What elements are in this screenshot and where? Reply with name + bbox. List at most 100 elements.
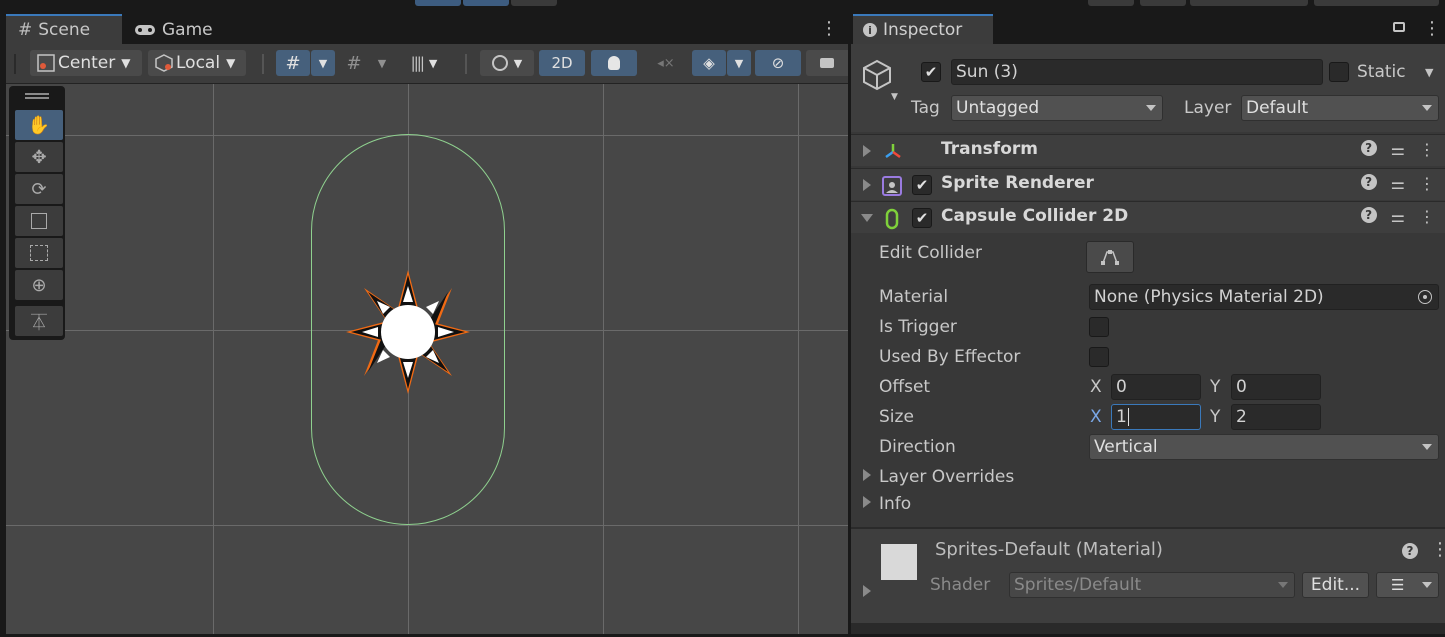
tab-game[interactable]: Game bbox=[134, 16, 234, 44]
static-checkbox[interactable] bbox=[1329, 62, 1349, 82]
grid-snap-dropdown[interactable]: ▼ bbox=[311, 50, 335, 76]
scene-visibility-toggle[interactable]: ⊘ bbox=[755, 50, 801, 76]
chevron-down-icon bbox=[1278, 582, 1288, 588]
edit-collider-tool-button[interactable]: ⏄ bbox=[15, 306, 63, 336]
presets-sliders-icon[interactable]: ⚌ bbox=[1391, 174, 1405, 193]
foldout-arrow-icon[interactable] bbox=[863, 179, 871, 191]
layer-dropdown[interactable]: Default bbox=[1241, 95, 1439, 121]
component-kebab-icon[interactable]: ⋮ bbox=[1419, 174, 1435, 193]
offset-x-field[interactable]: 0 bbox=[1111, 374, 1201, 400]
capsule-collider-enabled-checkbox[interactable]: ✔ bbox=[912, 208, 932, 228]
layer-value: Default bbox=[1246, 98, 1309, 118]
offset-x-value: 0 bbox=[1116, 377, 1127, 397]
palette-drag-handle[interactable] bbox=[25, 93, 49, 95]
pivot-mode-dropdown[interactable]: Center ▼ bbox=[30, 50, 142, 76]
layer-overrides-label[interactable]: Layer Overrides bbox=[879, 467, 1014, 487]
account-button[interactable] bbox=[1088, 0, 1134, 6]
rotate-tool-button[interactable]: ⟳ bbox=[15, 174, 63, 204]
offset-label: Offset bbox=[879, 377, 931, 397]
info-icon: i bbox=[863, 23, 877, 37]
help-icon[interactable]: ? bbox=[1402, 543, 1418, 559]
edit-collider-button[interactable] bbox=[1086, 241, 1134, 273]
list-icon: ☰ bbox=[1391, 576, 1405, 594]
help-icon[interactable]: ? bbox=[1360, 174, 1377, 190]
move-tool-button[interactable]: ✥ bbox=[15, 142, 63, 172]
draw-mode-dropdown[interactable]: ▼ bbox=[480, 50, 534, 76]
tab-scene-label: Scene bbox=[38, 20, 91, 40]
edit-collider-label: Edit Collider bbox=[879, 243, 983, 263]
component-kebab-icon[interactable]: ⋮ bbox=[1419, 140, 1435, 159]
hand-tool-button[interactable]: ✋ bbox=[15, 110, 63, 140]
scene-camera-dropdown[interactable] bbox=[806, 50, 848, 76]
scene-audio-toggle[interactable]: ◂× bbox=[643, 50, 689, 76]
layout-dropdown[interactable] bbox=[1314, 0, 1439, 6]
material-kebab-icon[interactable]: ⋮ bbox=[1431, 541, 1445, 559]
material-foldout-icon[interactable] bbox=[863, 585, 871, 597]
scene-lighting-toggle[interactable] bbox=[591, 50, 637, 76]
shader-options-dropdown[interactable]: ☰ bbox=[1376, 572, 1439, 598]
capsule-collider-component-header[interactable]: ✔ Capsule Collider 2D ? ⚌ ⋮ bbox=[851, 201, 1445, 233]
size-x-field[interactable]: 1 bbox=[1111, 404, 1201, 430]
sprite-renderer-title: Sprite Renderer bbox=[941, 173, 1094, 193]
info-label[interactable]: Info bbox=[879, 494, 911, 514]
direction-value: Vertical bbox=[1094, 437, 1158, 457]
rect-tool-button[interactable] bbox=[15, 238, 63, 268]
foldout-arrow-icon[interactable] bbox=[863, 145, 871, 157]
inspector-menu-kebab-icon[interactable]: ⋮ bbox=[1423, 20, 1441, 38]
grid-line-vertical bbox=[798, 84, 799, 634]
increment-snap-dropdown[interactable]: ▼ bbox=[371, 50, 393, 76]
step-button[interactable] bbox=[511, 0, 557, 6]
scene-viewport[interactable]: ✋ ✥ ⟳ ⊕ ⏄ bbox=[6, 84, 848, 634]
offset-y-field[interactable]: 0 bbox=[1231, 374, 1321, 400]
pivot-rotation-dropdown[interactable]: Local ▼ bbox=[148, 50, 246, 76]
increment-snap-toggle[interactable]: # bbox=[338, 50, 370, 76]
chevron-down-icon[interactable]: ▼ bbox=[1425, 66, 1433, 79]
toggle-2d-button[interactable]: 2D bbox=[539, 50, 585, 76]
sun-sprite[interactable] bbox=[342, 266, 474, 398]
material-object-field[interactable]: None (Physics Material 2D) bbox=[1089, 284, 1439, 310]
transform-component-header[interactable]: Transform ? ⚌ ⋮ bbox=[851, 134, 1445, 166]
shader-edit-button[interactable]: Edit... bbox=[1302, 572, 1369, 598]
active-checkbox[interactable]: ✔ bbox=[921, 62, 941, 82]
grid-snap-icon: # bbox=[285, 52, 301, 74]
layers-dropdown[interactable] bbox=[1190, 0, 1308, 6]
layer-overrides-foldout-icon[interactable] bbox=[863, 469, 871, 481]
size-y-field[interactable]: 2 bbox=[1231, 404, 1321, 430]
icon-dropdown-arrow-icon[interactable]: ▼ bbox=[891, 92, 898, 102]
tab-inspector[interactable]: i Inspector bbox=[853, 14, 993, 44]
foldout-arrow-down-icon[interactable] bbox=[861, 214, 873, 222]
sprite-renderer-component-header[interactable]: ✔ Sprite Renderer ? ⚌ ⋮ bbox=[851, 168, 1445, 200]
grid-snap-toggle[interactable]: # bbox=[276, 50, 310, 76]
scene-effects-toggle[interactable]: ◈ bbox=[692, 50, 726, 76]
scale-tool-button[interactable] bbox=[15, 206, 63, 236]
scene-menu-kebab-icon[interactable]: ⋮ bbox=[820, 20, 838, 38]
lock-icon[interactable] bbox=[1393, 22, 1405, 32]
offset-y-label: Y bbox=[1210, 377, 1221, 397]
pause-button[interactable] bbox=[463, 0, 509, 6]
info-foldout-icon[interactable] bbox=[863, 496, 871, 508]
audio-mute-icon: ◂× bbox=[657, 55, 675, 71]
tool-palette: ✋ ✥ ⟳ ⊕ ⏄ bbox=[9, 86, 65, 340]
transform-tool-button[interactable]: ⊕ bbox=[15, 270, 63, 300]
play-button[interactable] bbox=[415, 0, 461, 6]
scene-effects-dropdown[interactable]: ▼ bbox=[727, 50, 751, 76]
tab-scene[interactable]: # Scene bbox=[6, 14, 122, 44]
search-button[interactable] bbox=[1140, 0, 1186, 6]
component-kebab-icon[interactable]: ⋮ bbox=[1419, 207, 1435, 226]
grid-visibility-dropdown[interactable]: |||| ▼ bbox=[396, 50, 452, 76]
shader-dropdown[interactable]: Sprites/Default bbox=[1009, 572, 1295, 598]
material-preview-block: Sprites-Default (Material) ? ⋮ Shader Sp… bbox=[851, 527, 1445, 623]
sprite-renderer-enabled-checkbox[interactable]: ✔ bbox=[912, 175, 932, 195]
shader-edit-label: Edit... bbox=[1310, 575, 1361, 595]
is-trigger-checkbox[interactable] bbox=[1089, 317, 1109, 337]
presets-sliders-icon[interactable]: ⚌ bbox=[1391, 207, 1405, 226]
direction-dropdown[interactable]: Vertical bbox=[1089, 434, 1439, 460]
presets-sliders-icon[interactable]: ⚌ bbox=[1391, 140, 1405, 159]
help-icon[interactable]: ? bbox=[1360, 207, 1377, 223]
object-name-field[interactable]: Sun (3) bbox=[951, 59, 1323, 85]
help-icon[interactable]: ? bbox=[1360, 140, 1377, 156]
used-by-effector-checkbox[interactable] bbox=[1089, 347, 1109, 367]
object-picker-icon[interactable] bbox=[1418, 290, 1432, 304]
tag-dropdown[interactable]: Untagged bbox=[951, 95, 1163, 121]
scale-icon bbox=[31, 213, 47, 229]
